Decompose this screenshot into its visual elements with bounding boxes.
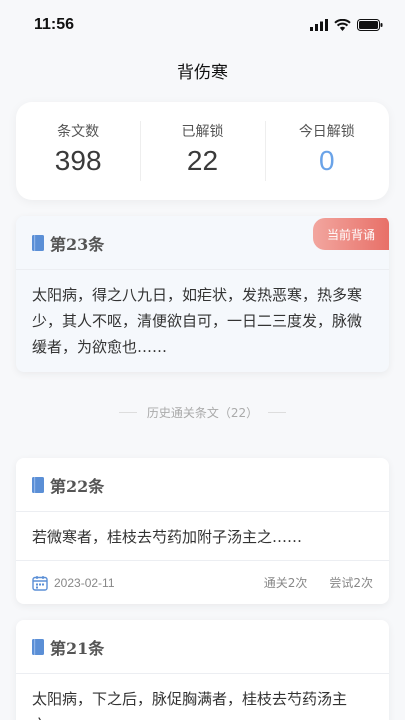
stat-unlocked: 已解锁 22	[140, 121, 264, 181]
history-date: 2023-02-11	[54, 575, 115, 590]
history-card[interactable]: 第21条 太阳病，下之后，脉促胸满者，桂枝去芍药汤主之……	[16, 620, 389, 720]
divider-line-right	[268, 412, 287, 413]
battery-icon	[357, 19, 383, 31]
current-title: 第23条	[50, 234, 105, 254]
page-title: 背伤寒	[177, 63, 228, 83]
card-header: 第21条	[16, 620, 389, 674]
stat-today-label: 今日解锁	[298, 124, 355, 140]
history-card[interactable]: 第22条 若微寒者，桂枝去芍药加附子汤主之…… 2023-02-11 通关2次 …	[16, 458, 389, 604]
try-count: 尝试2次	[329, 576, 373, 590]
book-icon	[32, 476, 44, 493]
calendar-icon	[32, 575, 48, 591]
divider-line-left	[118, 412, 137, 413]
book-icon	[32, 638, 44, 655]
stat-today-value: 0	[319, 145, 335, 176]
signal-icon	[310, 19, 328, 31]
history-divider: 历史通关条文（22）	[0, 404, 405, 421]
current-badge: 当前背诵	[313, 218, 389, 250]
status-bar: 11:56	[0, 0, 405, 50]
history-label: 历史通关条文（22）	[146, 406, 259, 420]
current-verse-card[interactable]: 当前背诵 第23条 太阳病，得之八九日，如疟状，发热恶寒，热多寒少，其人不呕，清…	[16, 216, 389, 372]
status-time: 11:56	[34, 16, 75, 33]
stat-total-label: 条文数	[57, 124, 100, 140]
card-header: 第22条	[16, 458, 389, 512]
history-title: 第21条	[50, 638, 105, 658]
date-group: 2023-02-11	[32, 575, 242, 591]
stat-total: 条文数 398	[16, 121, 140, 181]
wifi-icon	[334, 19, 351, 31]
stat-today: 今日解锁 0	[264, 121, 389, 181]
stat-unlocked-label: 已解锁	[181, 124, 224, 140]
card-footer: 2023-02-11 通关2次 尝试2次	[16, 560, 389, 604]
current-text: 太阳病，得之八九日，如疟状，发热恶寒，热多寒少，其人不呕，清便欲自可，一日二三度…	[32, 286, 363, 356]
history-title: 第22条	[50, 476, 105, 496]
stat-unlocked-value: 22	[186, 145, 219, 176]
stat-total-value: 398	[54, 145, 102, 176]
stats-card: 条文数 398 已解锁 22 今日解锁 0	[16, 102, 389, 200]
pass-count: 通关2次	[263, 576, 308, 590]
status-icons	[310, 19, 383, 31]
history-text: 若微寒者，桂枝去芍药加附子汤主之……	[32, 528, 303, 546]
book-icon	[32, 234, 44, 251]
history-text: 太阳病，下之后，脉促胸满者，桂枝去芍药汤主之……	[32, 690, 348, 720]
